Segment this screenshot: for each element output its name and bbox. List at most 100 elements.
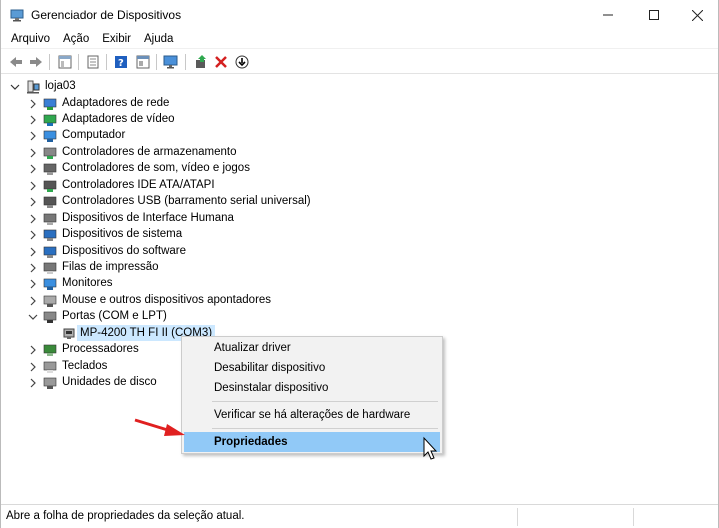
- tree-category-label: Unidades de disco: [62, 376, 157, 389]
- tree-category-row[interactable]: Portas (COM e LPT): [1, 309, 601, 325]
- tree-category-row[interactable]: Dispositivos do software: [1, 244, 601, 260]
- show-hide-console-tree-button[interactable]: [56, 53, 74, 71]
- chevron-right-icon[interactable]: [28, 115, 38, 125]
- properties-toolbar-button[interactable]: [84, 53, 102, 71]
- tree-category-row[interactable]: Controladores de som, vídeo e jogos: [1, 161, 601, 177]
- computer-root-icon: [27, 80, 40, 94]
- tree-category-label: Computador: [62, 129, 126, 142]
- tree-category-label: Processadores: [62, 343, 139, 356]
- chevron-right-icon[interactable]: [28, 247, 38, 257]
- context-menu: Atualizar driver Desabilitar dispositivo…: [181, 336, 443, 454]
- tree-category-row[interactable]: Mouse e outros dispositivos apontadores: [1, 293, 601, 309]
- storage-controller-icon: [43, 147, 57, 159]
- help-button[interactable]: ?: [112, 53, 130, 71]
- tree-category-label: Portas (COM e LPT): [62, 310, 167, 323]
- minimize-icon: [603, 14, 613, 16]
- ctx-separator: [212, 428, 438, 429]
- tree-category-label: Adaptadores de rede: [62, 96, 170, 109]
- toolbar-separator: [78, 54, 79, 70]
- minimize-button[interactable]: [585, 0, 631, 30]
- tree-category-label: Mouse e outros dispositivos apontadores: [62, 293, 272, 306]
- hid-icon: [43, 213, 57, 225]
- computer-icon: [43, 131, 57, 143]
- chevron-right-icon[interactable]: [28, 345, 38, 355]
- tree-category-label: Dispositivos do software: [62, 244, 186, 257]
- window-title: Gerenciador de Dispositivos: [31, 8, 182, 22]
- toolbar-separator: [185, 54, 186, 70]
- chevron-right-icon[interactable]: [28, 148, 38, 158]
- ctx-disable-device[interactable]: Desabilitar dispositivo: [184, 358, 440, 378]
- menu-bar: Arquivo Ação Exibir Ajuda: [1, 30, 180, 48]
- tree-category-label: Dispositivos de sistema: [62, 228, 183, 241]
- tree-category-row[interactable]: Monitores: [1, 276, 601, 292]
- tree-category-row[interactable]: Dispositivos de Interface Humana: [1, 211, 601, 227]
- ctx-update-driver[interactable]: Atualizar driver: [184, 338, 440, 358]
- tree-root-label: loja03: [45, 80, 76, 92]
- update-driver-button[interactable]: [192, 53, 210, 71]
- monitor-icon: [43, 279, 57, 291]
- chevron-right-icon[interactable]: [28, 279, 38, 289]
- chevron-right-icon[interactable]: [28, 230, 38, 240]
- scan-hardware-button[interactable]: [162, 53, 180, 71]
- chevron-right-icon[interactable]: [28, 131, 38, 141]
- help-icon: ?: [115, 56, 127, 69]
- port-device-icon: [63, 328, 75, 340]
- chevron-right-icon[interactable]: [28, 263, 38, 273]
- maximize-button[interactable]: [631, 0, 677, 30]
- tree-category-row[interactable]: Dispositivos de sistema: [1, 227, 601, 243]
- menu-ajuda[interactable]: Ajuda: [138, 30, 180, 48]
- red-x-icon: [215, 56, 227, 68]
- toolbar-separator: [156, 54, 157, 70]
- tree-root-row[interactable]: loja03: [1, 79, 601, 95]
- toolbar-separator: [49, 54, 50, 70]
- toolbar-separator: [106, 54, 107, 70]
- title-bar: Gerenciador de Dispositivos: [1, 0, 718, 30]
- chevron-right-icon[interactable]: [28, 181, 38, 191]
- toolbar: ?: [1, 48, 718, 74]
- forward-button[interactable]: [27, 53, 45, 71]
- ctx-scan-hardware[interactable]: Verificar se há alterações de hardware: [184, 405, 440, 425]
- tree-category-row[interactable]: Adaptadores de rede: [1, 96, 601, 112]
- tree-category-row[interactable]: Filas de impressão: [1, 260, 601, 276]
- chevron-right-icon[interactable]: [28, 99, 38, 109]
- chevron-right-icon[interactable]: [28, 164, 38, 174]
- speaker-icon: [43, 163, 57, 176]
- back-arrow-icon: [10, 57, 22, 67]
- tree-category-row[interactable]: Adaptadores de vídeo: [1, 112, 601, 128]
- tree-category-row[interactable]: Controladores IDE ATA/ATAPI: [1, 178, 601, 194]
- chevron-right-icon[interactable]: [28, 214, 38, 224]
- status-bar: Abre a folha de propriedades da seleção …: [1, 504, 718, 528]
- chevron-down-icon[interactable]: [28, 312, 38, 322]
- disk-drive-icon: [43, 377, 57, 390]
- menu-acao[interactable]: Ação: [57, 30, 96, 48]
- download-circle-icon: [235, 55, 249, 69]
- tree-category-row[interactable]: Controladores USB (barramento serial uni…: [1, 194, 601, 210]
- close-button[interactable]: [674, 0, 719, 30]
- view-button[interactable]: [134, 53, 152, 71]
- tree-category-row[interactable]: Computador: [1, 128, 601, 144]
- update-driver-icon: [196, 55, 206, 68]
- scan-monitor-icon: [163, 55, 178, 69]
- tree-category-label: Dispositivos de Interface Humana: [62, 211, 234, 224]
- chevron-right-icon[interactable]: [28, 378, 38, 388]
- status-divider: [517, 508, 518, 526]
- menu-arquivo[interactable]: Arquivo: [1, 30, 57, 48]
- chevron-right-icon[interactable]: [28, 362, 38, 372]
- network-adapter-icon: [43, 98, 57, 110]
- ctx-uninstall-device[interactable]: Desinstalar dispositivo: [184, 378, 440, 398]
- vertical-scrollbar[interactable]: [708, 76, 718, 504]
- status-text: Abre a folha de propriedades da seleção …: [6, 510, 245, 522]
- uninstall-button[interactable]: [212, 53, 230, 71]
- tree-category-row[interactable]: Controladores de armazenamento: [1, 145, 601, 161]
- chevron-right-icon[interactable]: [28, 197, 38, 207]
- system-device-icon: [43, 229, 57, 242]
- software-device-icon: [43, 246, 57, 258]
- chevron-right-icon[interactable]: [28, 296, 38, 306]
- disable-device-button[interactable]: [233, 53, 251, 71]
- device-manager-window: Gerenciador de Dispositivos Arquivo Ação…: [0, 0, 719, 528]
- back-button[interactable]: [7, 53, 25, 71]
- tree-category-label: Monitores: [62, 277, 113, 290]
- tree-category-label: Filas de impressão: [62, 261, 159, 273]
- menu-exibir[interactable]: Exibir: [96, 30, 138, 48]
- ctx-properties[interactable]: Propriedades: [184, 432, 440, 452]
